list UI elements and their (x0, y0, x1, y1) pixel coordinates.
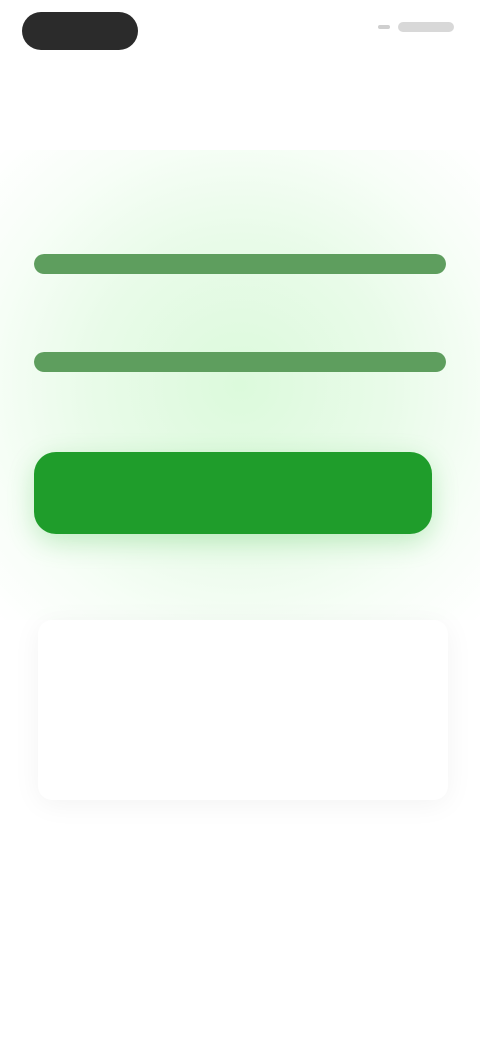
info-card (38, 620, 448, 800)
battery-icon (398, 22, 454, 32)
progress-fill-1 (34, 254, 446, 274)
status-indicators (378, 22, 454, 32)
status-bar (0, 0, 480, 60)
progress-bar-2 (34, 352, 446, 372)
progress-block-2 (34, 312, 446, 372)
signal-icon (378, 25, 390, 29)
progress-fill-2 (34, 352, 446, 372)
progress-block-1 (34, 214, 446, 274)
progress-header-2 (34, 312, 446, 336)
progress-bar-1 (34, 254, 446, 274)
status-time-pill (22, 12, 138, 50)
page-title (40, 92, 440, 136)
progress-header-1 (34, 214, 446, 238)
primary-button[interactable] (34, 452, 432, 534)
screen (0, 0, 480, 1040)
